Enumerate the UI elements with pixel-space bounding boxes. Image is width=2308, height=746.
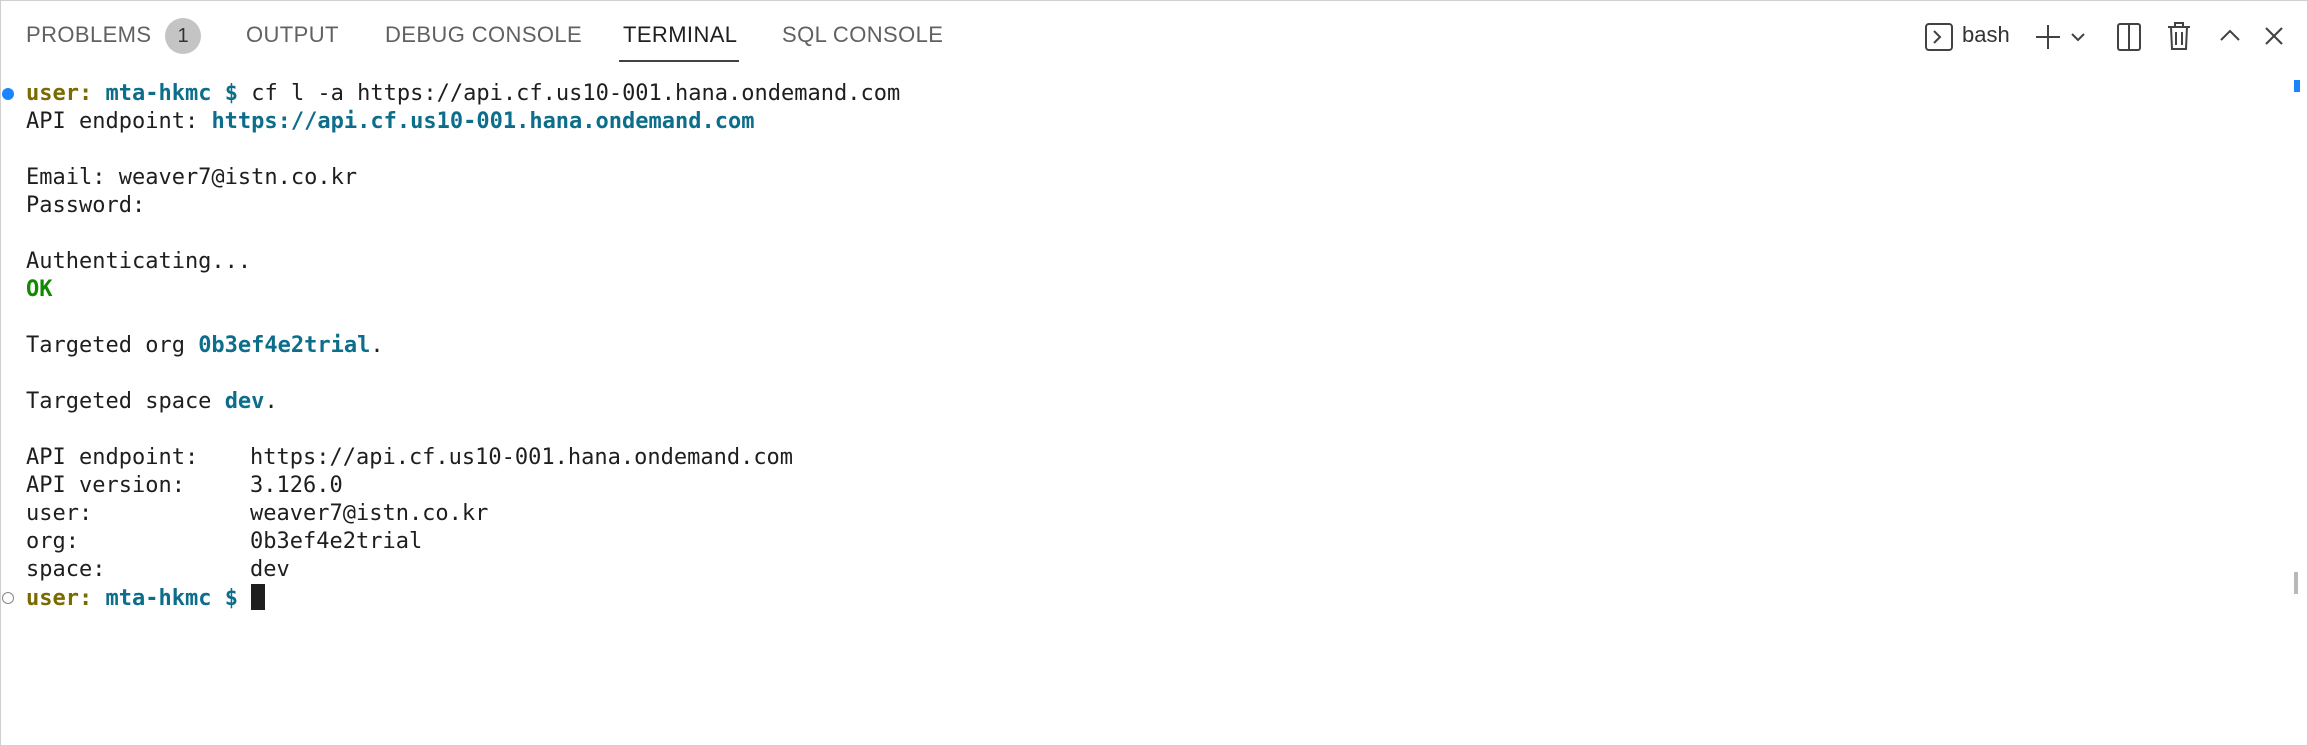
tab-debug-console[interactable]: DEBUG CONSOLE xyxy=(385,22,582,48)
command-text: cf l -a https://api.cf.us10-001.hana.ond… xyxy=(251,81,901,106)
tab-problems[interactable]: PROBLEMS xyxy=(26,22,151,48)
output-line: Authenticating... xyxy=(26,249,252,274)
summary-row: space: dev xyxy=(26,557,290,582)
trash-icon[interactable] xyxy=(2164,18,2194,54)
output-line: API endpoint: https://api.cf.us10-001.ha… xyxy=(26,109,755,134)
panel-tab-bar: PROBLEMS 1 OUTPUT DEBUG CONSOLE TERMINAL… xyxy=(0,0,2308,70)
text-cursor xyxy=(251,584,266,610)
output-line: Targeted org 0b3ef4e2trial. xyxy=(26,333,384,358)
ok-status: OK xyxy=(26,277,53,302)
tab-output[interactable]: OUTPUT xyxy=(246,22,339,48)
chevron-down-icon[interactable] xyxy=(2068,18,2088,54)
active-tab-indicator xyxy=(619,60,739,62)
plus-icon[interactable] xyxy=(2033,18,2063,54)
output-line: Password: xyxy=(26,193,146,218)
summary-row: user: weaver7@istn.co.kr xyxy=(26,501,489,526)
output-line: Targeted space dev. xyxy=(26,389,278,414)
targeted-space: dev xyxy=(224,389,265,414)
api-endpoint-link[interactable]: https://api.cf.us10-001.hana.ondemand.co… xyxy=(211,109,754,134)
output-line: Email: weaver7@istn.co.kr xyxy=(26,165,358,190)
command-decoration-success[interactable] xyxy=(2,88,14,100)
summary-row: org: 0b3ef4e2trial xyxy=(26,529,423,554)
command-decoration-default[interactable] xyxy=(2,592,14,604)
command-line: user: mta-hkmc $ cf l -a https://api.cf.… xyxy=(26,81,901,106)
tab-sql-console[interactable]: SQL CONSOLE xyxy=(782,22,943,48)
shell-name-label[interactable]: bash xyxy=(1962,22,2010,48)
chevron-up-icon[interactable] xyxy=(2217,18,2243,54)
split-icon[interactable] xyxy=(2114,18,2144,54)
close-icon[interactable] xyxy=(2261,18,2287,54)
summary-row: API version: 3.126.0 xyxy=(26,473,343,498)
terminal-output[interactable]: user: mta-hkmc $ cf l -a https://api.cf.… xyxy=(26,80,900,612)
problems-count-badge: 1 xyxy=(165,18,201,54)
summary-row: API endpoint: https://api.cf.us10-001.han… xyxy=(26,445,794,470)
targeted-org: 0b3ef4e2trial xyxy=(198,333,371,358)
scrollbar-thumb[interactable] xyxy=(2294,572,2298,594)
prompt-line[interactable]: user: mta-hkmc $ xyxy=(26,584,900,612)
scrollbar-marker xyxy=(2294,80,2300,92)
tab-terminal[interactable]: TERMINAL xyxy=(623,22,737,48)
terminal-icon[interactable] xyxy=(1924,18,1954,54)
